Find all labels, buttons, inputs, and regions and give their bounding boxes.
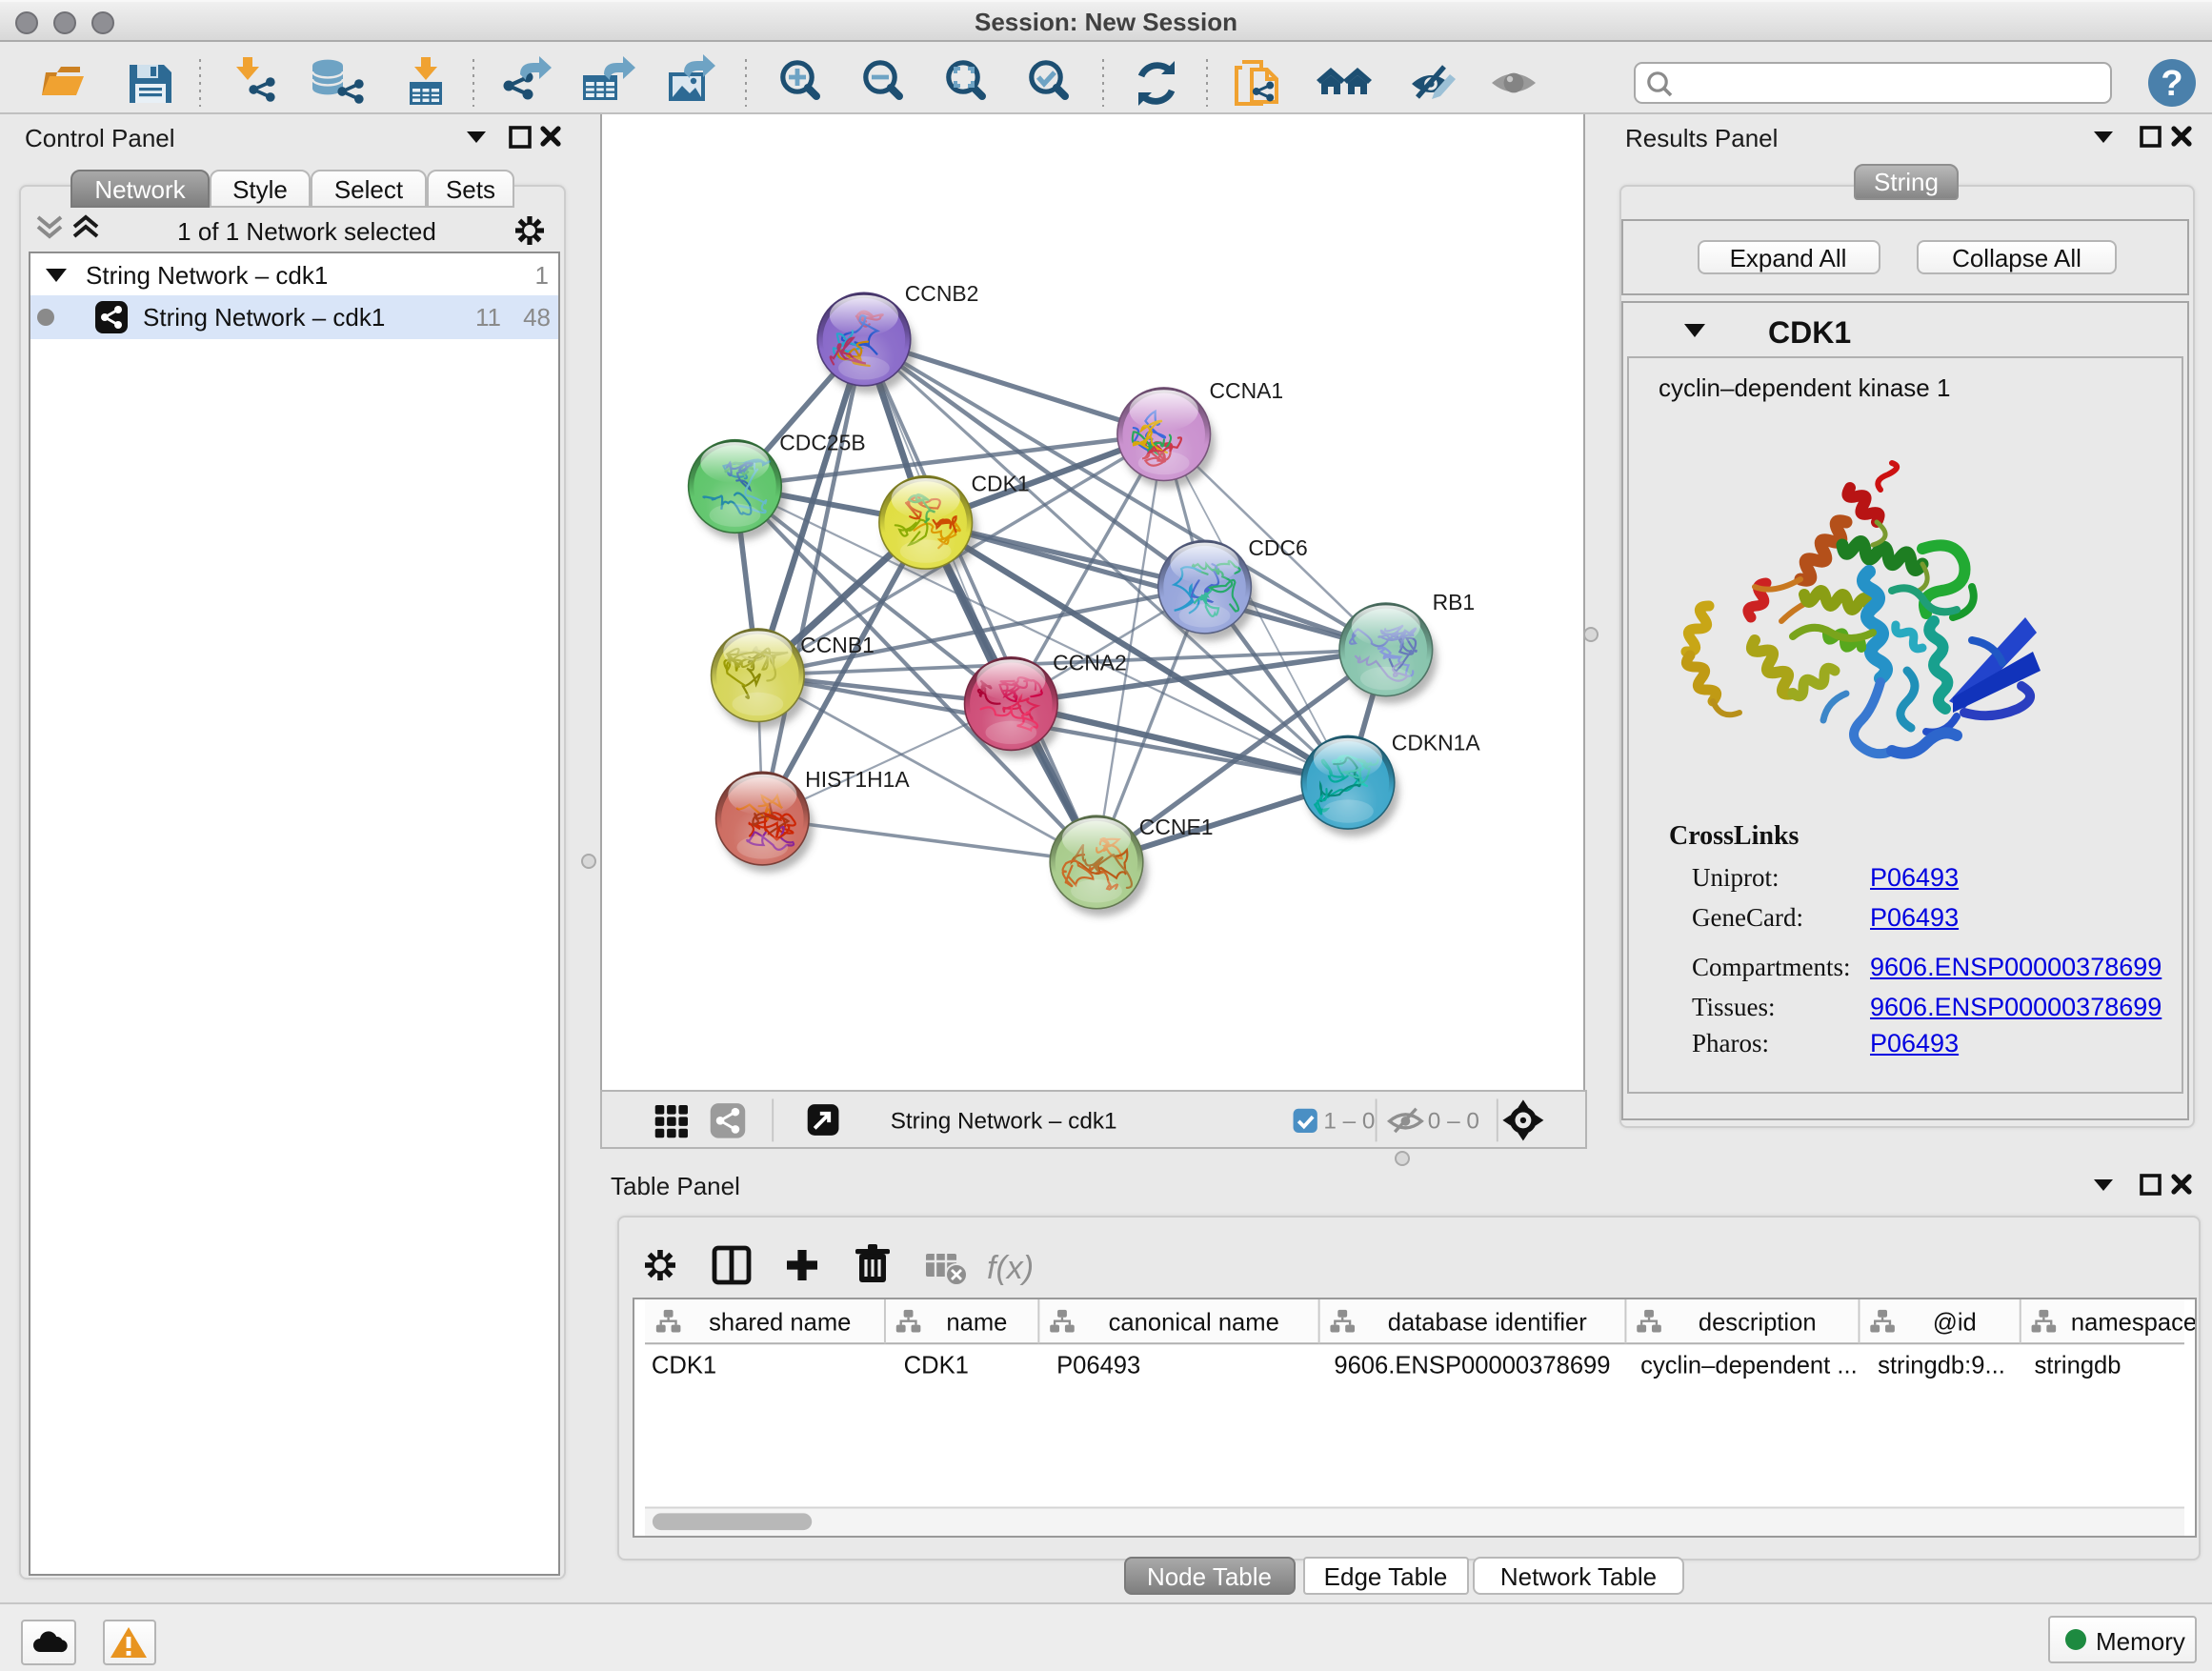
svg-text:CDC25B: CDC25B xyxy=(778,430,864,454)
svg-text:f(x): f(x) xyxy=(987,1250,1034,1286)
svg-text:?: ? xyxy=(2161,64,2182,104)
svg-text:11: 11 xyxy=(475,303,501,332)
svg-text:CCNE1: CCNE1 xyxy=(1138,814,1213,838)
svg-text:0 – 0: 0 – 0 xyxy=(1427,1107,1478,1133)
svg-text:1: 1 xyxy=(535,261,549,290)
svg-text:CDK1: CDK1 xyxy=(903,1352,968,1379)
svg-text:CCNB2: CCNB2 xyxy=(904,280,978,305)
svg-text:String Network – cdk1: String Network – cdk1 xyxy=(143,303,385,332)
svg-text:namespace: namespace xyxy=(2070,1308,2196,1335)
svg-text:CDK1: CDK1 xyxy=(651,1352,715,1379)
svg-text:@id: @id xyxy=(1932,1308,1976,1335)
svg-text:description: description xyxy=(1698,1308,1816,1335)
svg-text:9606.ENSP00000378699: 9606.ENSP00000378699 xyxy=(1333,1352,1609,1379)
svg-text:1 of 1 Network selected: 1 of 1 Network selected xyxy=(177,217,436,246)
svg-text:CCNA1: CCNA1 xyxy=(1209,377,1283,402)
svg-text:48: 48 xyxy=(523,303,551,332)
svg-text:CDKN1A: CDKN1A xyxy=(1391,729,1480,754)
svg-text:database identifier: database identifier xyxy=(1387,1308,1587,1335)
svg-text:canonical name: canonical name xyxy=(1108,1308,1278,1335)
svg-text:P06493: P06493 xyxy=(1056,1352,1139,1379)
svg-text:CCNA2: CCNA2 xyxy=(1052,650,1126,674)
svg-text:stringdb:9...: stringdb:9... xyxy=(1877,1352,2004,1379)
svg-text:RB1: RB1 xyxy=(1432,589,1475,614)
svg-text:stringdb: stringdb xyxy=(2034,1352,2121,1379)
svg-text:CDK1: CDK1 xyxy=(970,470,1028,494)
svg-text:CCNB1: CCNB1 xyxy=(799,632,874,656)
svg-text:CDK1: CDK1 xyxy=(1768,315,1851,350)
svg-text:1 – 0: 1 – 0 xyxy=(1322,1107,1374,1133)
svg-text:String Network – cdk1: String Network – cdk1 xyxy=(890,1107,1116,1133)
svg-text:HIST1H1A: HIST1H1A xyxy=(804,766,909,791)
svg-text:cyclin–dependent ...: cyclin–dependent ... xyxy=(1639,1352,1857,1379)
svg-text:CDC6: CDC6 xyxy=(1247,534,1306,559)
svg-text:name: name xyxy=(945,1308,1006,1335)
svg-text:String Network – cdk1: String Network – cdk1 xyxy=(86,261,328,290)
svg-text:shared name: shared name xyxy=(708,1308,850,1335)
